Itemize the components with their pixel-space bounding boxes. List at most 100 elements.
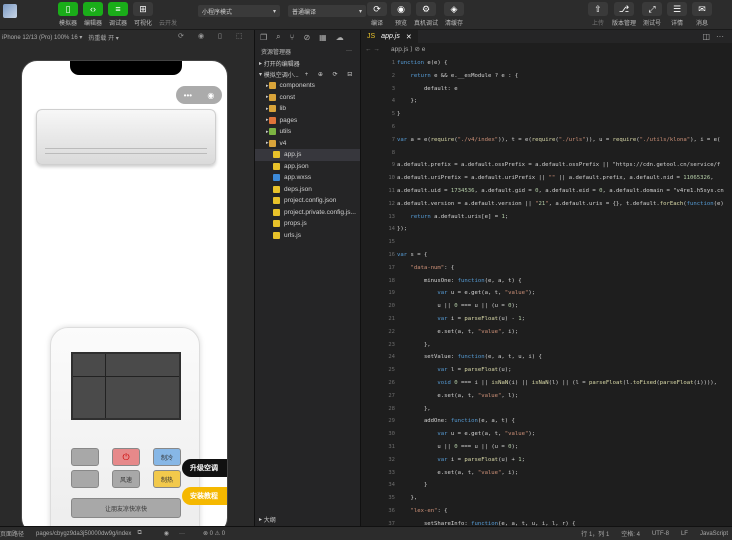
remote-debug-button[interactable]: ⚙ 真机调试 bbox=[414, 2, 438, 27]
fullscreen-icon[interactable]: ⬚ bbox=[236, 32, 244, 40]
close-circle-icon[interactable]: ◉ bbox=[207, 91, 214, 100]
code-line[interactable]: }, bbox=[397, 495, 417, 501]
folder-item[interactable]: ▸ pages bbox=[255, 115, 360, 127]
breadcrumb-path[interactable]: app.js ⟩ ⊘ e bbox=[391, 45, 425, 53]
cloud-button[interactable]: 云开发 bbox=[156, 2, 180, 27]
visual-toggle[interactable]: ⊞ 可视化 bbox=[131, 2, 155, 27]
more-icon[interactable]: ••• bbox=[184, 91, 192, 100]
file-item[interactable]: project.config.json bbox=[255, 195, 360, 207]
cloud-icon[interactable]: ☁ bbox=[336, 33, 344, 42]
phone-frame-icon[interactable]: ▯ bbox=[218, 32, 226, 40]
menu-capsule[interactable]: ••• ◉ bbox=[176, 86, 222, 104]
debugger-toggle[interactable]: ≡ 调试器 bbox=[106, 2, 130, 27]
upload-button[interactable]: ⇧ 上传 bbox=[586, 2, 610, 27]
compile-button[interactable]: ⟳ 编译 bbox=[365, 2, 389, 27]
preview-button[interactable]: ◉ 预览 bbox=[389, 2, 413, 27]
upgrade-ac-button[interactable]: 升级空调 bbox=[182, 459, 227, 477]
code-line[interactable]: function e(e) { bbox=[397, 60, 448, 66]
code-line[interactable]: var a = e(require("./v4/index")), t = e(… bbox=[397, 137, 720, 143]
mode-select[interactable]: 小程序模式 ▾ bbox=[198, 5, 280, 17]
file-item[interactable]: props.js bbox=[255, 218, 360, 230]
code-line[interactable]: }; bbox=[397, 98, 417, 104]
code-line[interactable]: "data-num": { bbox=[397, 265, 454, 271]
nav-arrows-icon[interactable]: ← → bbox=[365, 46, 380, 53]
code-line[interactable]: a.default.uid = 1734536, a.default.gid =… bbox=[397, 188, 724, 194]
power-button[interactable]: ⏻ bbox=[112, 448, 140, 466]
device-select[interactable]: iPhone 12/13 (Pro) 100% 16 ▾ bbox=[2, 34, 82, 41]
fan-speed-button[interactable]: 风速 bbox=[112, 470, 140, 488]
folder-item[interactable]: ▸ v4 bbox=[255, 138, 360, 150]
file-item[interactable]: app.json bbox=[255, 161, 360, 173]
install-tutorial-button[interactable]: 安装教程 bbox=[182, 487, 227, 505]
open-editors-section[interactable]: ▸ 打开的编辑器 bbox=[255, 58, 360, 69]
project-actions-icons[interactable]: + ⊕ ⟳ ⊟ bbox=[305, 71, 357, 78]
remote-button-blank[interactable] bbox=[71, 448, 99, 466]
compile-select[interactable]: 普通编译 ▾ bbox=[288, 5, 366, 17]
code-line[interactable]: u || 0 === u || (u = 0); bbox=[397, 444, 518, 450]
heat-button[interactable]: 制热 bbox=[153, 470, 181, 488]
git-icon[interactable]: ⑂ bbox=[290, 33, 295, 42]
outline-section[interactable]: ▸ 大纲 bbox=[255, 514, 361, 525]
page-path[interactable]: pages/cbygz9da3j50000dw9g/index bbox=[36, 531, 131, 537]
code-line[interactable]: var u = e.get(a, t, "value"); bbox=[397, 431, 535, 437]
folder-item[interactable]: ▸ utils bbox=[255, 126, 360, 138]
code-line[interactable]: void 0 === i || isNaN(i) || isNaN(l) || … bbox=[397, 380, 717, 386]
rotate-icon[interactable]: ⟳ bbox=[178, 32, 186, 40]
code-line[interactable]: "lex-en": { bbox=[397, 508, 447, 514]
code-line[interactable]: var l = parseFloat(u); bbox=[397, 367, 511, 373]
details-button[interactable]: ☰ 详情 bbox=[665, 2, 689, 27]
eye-icon[interactable]: ◉ bbox=[164, 530, 169, 537]
folder-item[interactable]: ▸ components bbox=[255, 80, 360, 92]
record-icon[interactable]: ◉ bbox=[198, 32, 206, 40]
code-line[interactable]: minusOne: function(e, a, t) { bbox=[397, 278, 522, 284]
code-line[interactable]: return a.default.uris[e] = 1; bbox=[397, 214, 508, 220]
hot-reload-toggle[interactable]: 热重载 开 ▾ bbox=[88, 33, 118, 42]
code-line[interactable]: }, bbox=[397, 406, 431, 412]
code-line[interactable]: }, bbox=[397, 342, 431, 348]
more-icon[interactable]: ··· bbox=[346, 48, 352, 54]
code-line[interactable]: var i = parseFloat(u) + 1; bbox=[397, 457, 525, 463]
code-line[interactable]: e.set(a, t, "value", i); bbox=[397, 329, 518, 335]
files-icon[interactable]: ❐ bbox=[260, 33, 267, 42]
code-line[interactable]: return e && e.__esModule ? e : { bbox=[397, 73, 518, 79]
code-line[interactable]: setValue: function(e, a, t, u, i) { bbox=[397, 354, 542, 360]
editor-toggle[interactable]: ‹› 编辑器 bbox=[81, 2, 105, 27]
code-area[interactable]: 1 function e(e) {2 return e && e.__esModu… bbox=[361, 58, 732, 526]
test-account-button[interactable]: ⤢ 测试号 bbox=[640, 2, 664, 27]
extensions-icon[interactable]: ▦ bbox=[319, 33, 327, 42]
code-line[interactable]: } bbox=[397, 482, 427, 488]
more-icon[interactable]: ··· bbox=[179, 531, 185, 537]
project-section[interactable]: ▾ 模拟空调小... + ⊕ ⟳ ⊟ bbox=[255, 69, 360, 80]
line-ending[interactable]: LF bbox=[681, 531, 688, 537]
language-mode[interactable]: JavaScript bbox=[700, 531, 728, 537]
code-line[interactable]: } bbox=[397, 111, 400, 117]
code-line[interactable]: var u = e.get(a, t, "value"); bbox=[397, 290, 535, 296]
code-line[interactable]: e.set(a, t, "value", l); bbox=[397, 393, 518, 399]
split-editor-icon[interactable]: ◫ bbox=[702, 32, 710, 41]
copy-icon[interactable]: ⧉ bbox=[137, 530, 141, 537]
search-icon[interactable]: ⌕ bbox=[276, 32, 280, 42]
code-line[interactable]: }); bbox=[397, 226, 407, 232]
debug-icon[interactable]: ⊘ bbox=[303, 33, 310, 42]
file-item[interactable]: deps.json bbox=[255, 184, 360, 196]
folder-item[interactable]: ▸ const bbox=[255, 92, 360, 104]
code-line[interactable]: var i = parseFloat(u) - 1; bbox=[397, 316, 525, 322]
close-icon[interactable]: ✕ bbox=[406, 33, 412, 41]
file-item[interactable]: app.wxss bbox=[255, 172, 360, 184]
code-line[interactable]: default: e bbox=[397, 86, 458, 92]
file-item[interactable]: app.js bbox=[255, 149, 360, 161]
version-button[interactable]: ⎇ 版本管理 bbox=[612, 2, 636, 27]
encoding[interactable]: UTF-8 bbox=[652, 531, 669, 537]
code-line[interactable]: u || 0 === u || (u = 0); bbox=[397, 303, 518, 309]
code-line[interactable]: a.default.version = a.default.version ||… bbox=[397, 201, 724, 207]
simulator-toggle[interactable]: ▯ 模拟器 bbox=[56, 2, 80, 27]
messages-button[interactable]: ✉ 消息 bbox=[690, 2, 714, 27]
code-line[interactable]: a.default.prefix = a.default.ossPrefix =… bbox=[397, 162, 720, 168]
tab-app-js[interactable]: JS app.js ✕ bbox=[361, 30, 418, 43]
more-icon[interactable]: ··· bbox=[716, 32, 724, 41]
folder-item[interactable]: ▸ lib bbox=[255, 103, 360, 115]
remote-button-blank-2[interactable] bbox=[71, 470, 99, 488]
code-line[interactable]: addOne: function(e, a, t) { bbox=[397, 418, 515, 424]
cool-button[interactable]: 制冷 bbox=[153, 448, 181, 466]
indent-setting[interactable]: 空格: 4 bbox=[621, 529, 640, 538]
